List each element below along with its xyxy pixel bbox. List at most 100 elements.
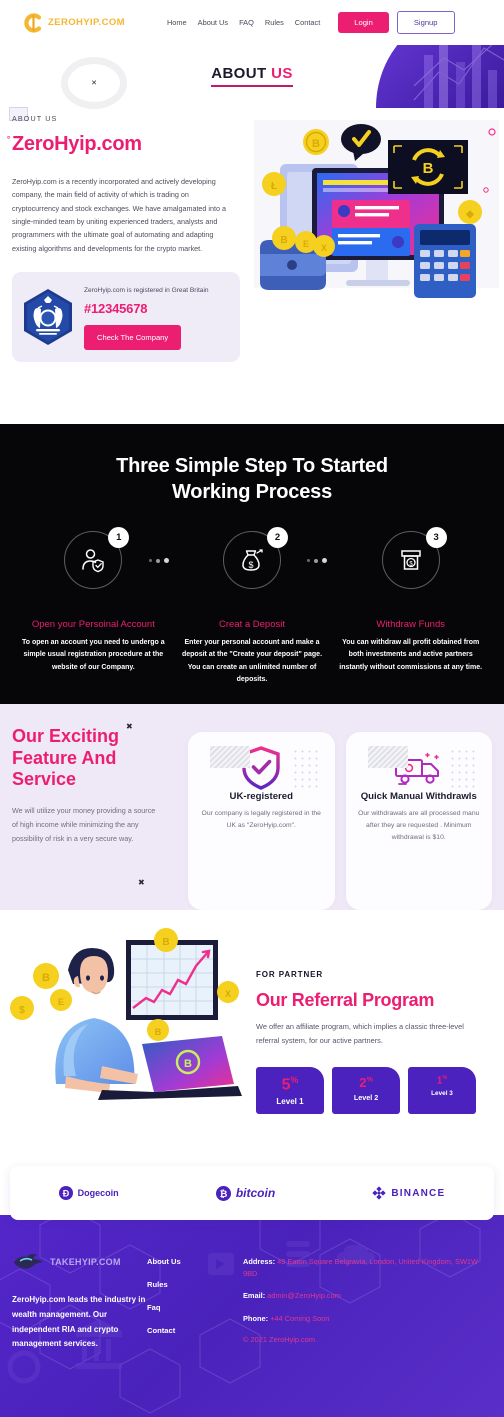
footer-address: Address: 49 Eaton Square Belgravia, Lond… [243, 1256, 492, 1280]
referral-level-1-percent: 5% [281, 1075, 299, 1094]
payment-methods-card: Ð Dogecoin ₿ bitcoin BINANCE [10, 1166, 494, 1220]
step-connector-dots-3 [307, 558, 328, 564]
footer-email-label: Email: [243, 1291, 266, 1301]
main-navigation: Home About Us FAQ Rules Contact [167, 18, 320, 27]
about-section: ABOUT US ZeroHyip.com ZeroHyip.com is a … [0, 107, 504, 408]
svg-text:Ð: Ð [62, 1188, 69, 1198]
payment-bitcoin[interactable]: ₿ bitcoin [215, 1185, 275, 1201]
user-shield-icon [82, 549, 105, 573]
feature-card-text-2: Our withdrawals are all processed manu a… [358, 810, 480, 841]
svg-text:Ł: Ł [271, 181, 277, 192]
page-title-accent: US [271, 65, 293, 82]
step-circle-1: 1 [64, 527, 130, 590]
footer-address-label: Address: [243, 1257, 276, 1266]
feature-card-title-1: UK-registered [229, 791, 293, 802]
footer-description: ZeroHyip.com leads the industry in wealt… [12, 1295, 146, 1349]
footer-link-rules[interactable]: Rules [147, 1280, 243, 1289]
step-connector-dots-2 [148, 558, 169, 564]
registration-number: #12345678 [84, 301, 148, 317]
atm-withdraw-icon: $ [400, 550, 421, 570]
payment-dogecoin[interactable]: Ð Dogecoin [58, 1186, 119, 1200]
registration-card: ZeroHyip.com is registered in Great Brit… [12, 271, 240, 363]
svg-text:◆: ◆ [465, 209, 474, 220]
footer-logo[interactable]: TAKEHYIP.COM [12, 1253, 147, 1271]
hatch-decoration [367, 746, 408, 768]
referral-level-3: 1% Level 3 [408, 1067, 476, 1115]
dot-grid-decoration [291, 748, 322, 792]
step-item-1: 1 Open your Persoinal Account To open an… [14, 527, 173, 686]
svg-text:B: B [280, 235, 287, 246]
footer-phone-label: Phone: [243, 1313, 269, 1323]
footer-email-value[interactable]: admin@ZeroHyip.com [267, 1291, 341, 1300]
man-laptop-chart-illustration: B $ E B B X B [6, 926, 250, 1160]
footer-phone-value: +44 Coming Soon [270, 1313, 330, 1323]
svg-text:B: B [312, 138, 320, 150]
step-text-1: To open an account you need to undergo a… [22, 639, 165, 671]
payment-binance[interactable]: BINANCE [372, 1186, 445, 1200]
step-circle-2: $ 2 [223, 527, 288, 590]
dogecoin-icon: Ð [58, 1186, 73, 1200]
bitcoin-icon: ₿ [215, 1185, 231, 1201]
referral-paragraph: We offer an affiliate program, which imp… [256, 1022, 464, 1046]
nav-item-home[interactable]: Home [167, 18, 187, 27]
footer-address-value: 49 Eaton Square Belgravia, London, Unite… [243, 1257, 479, 1279]
feature-card-uk-registered[interactable]: UK-registered Our company is legally reg… [188, 732, 335, 910]
referral-level-2-label: Level 2 [353, 1093, 379, 1103]
footer-content: TAKEHYIP.COM ZeroHyip.com leads the indu… [0, 1215, 504, 1352]
site-footer: TAKEHYIP.COM ZeroHyip.com leads the indu… [0, 1215, 504, 1417]
svg-text:$: $ [248, 560, 253, 570]
nav-item-contact[interactable]: Contact [295, 18, 320, 27]
footer-link-contact[interactable]: Contact [147, 1326, 243, 1335]
footer-link-about-us[interactable]: About Us [147, 1257, 243, 1266]
nav-item-about-us[interactable]: About Us [198, 18, 228, 27]
step-title-3: Withdraw Funds [376, 619, 445, 631]
svg-text:$: $ [19, 1005, 25, 1016]
about-eyebrow: ABOUT US [8, 107, 58, 123]
step-text-2: Enter your personal account and make a d… [181, 639, 323, 683]
step-text-3: You can withdraw all profit obtained fro… [339, 639, 483, 671]
login-button[interactable]: Login [338, 12, 389, 33]
binance-icon [372, 1186, 387, 1200]
hatch-decoration [210, 746, 250, 768]
steps-row: 1 Open your Persoinal Account To open an… [0, 527, 504, 686]
decoration-x-2: ✖ [138, 878, 145, 887]
features-text-column: ✖ Our Exciting Feature And Service We wi… [10, 717, 178, 910]
nav-item-rules[interactable]: Rules [265, 18, 284, 27]
check-the-company-button[interactable]: Check The Company [84, 325, 182, 351]
steps-heading-line1: Three Simple Step To Started [116, 455, 388, 477]
signup-button[interactable]: Signup [396, 11, 455, 34]
svg-text:B: B [162, 937, 169, 948]
step-title-2: Creat a Deposit [219, 619, 286, 631]
footer-copyright: © 2021 ZeroHyip.com [243, 1334, 315, 1344]
footer-links-column: About Us Rules Faq Contact [147, 1253, 243, 1352]
feature-card-text-1: Our company is legally registered in the… [201, 810, 321, 829]
registration-text: ZeroHyip.com is registered in Great Brit… [84, 286, 209, 294]
step-circle-3: $ 3 [381, 527, 447, 590]
referral-levels: 5% Level 1 2% Level 2 1% Level 3 [256, 1067, 492, 1115]
step-badge-2: 2 [267, 527, 288, 549]
footer-link-faq[interactable]: Faq [147, 1303, 243, 1312]
steps-heading-line2: Working Process [171, 480, 333, 503]
referral-eyebrow: FOR PARTNER [252, 962, 324, 979]
referral-level-1-label: Level 1 [276, 1097, 304, 1107]
footer-email: Email: admin@ZeroHyip.com [243, 1290, 492, 1302]
nav-item-faq[interactable]: FAQ [239, 18, 254, 27]
feature-card-quick-withdrawals[interactable]: Quick Manual Withdrawls Our withdrawals … [345, 732, 492, 910]
feature-cards: UK-registered Our company is legally reg… [188, 726, 492, 910]
footer-phone: Phone: +44 Coming Soon [243, 1313, 492, 1325]
svg-text:E: E [303, 239, 309, 249]
referral-heading: Our Referral Program [256, 990, 435, 1010]
page-title-bold: ABOUT [211, 65, 267, 82]
referral-level-2: 2% Level 2 [332, 1067, 400, 1115]
site-logo[interactable]: ZEROHYIP.COM [22, 12, 125, 34]
bird-logo-icon [14, 1253, 43, 1269]
payment-binance-label: BINANCE [391, 1187, 446, 1199]
page-title: ABOUT US [0, 65, 504, 87]
about-page: ZEROHYIP.COM Home About Us FAQ Rules Con… [0, 0, 504, 1417]
referral-level-3-percent: 1% [436, 1075, 448, 1087]
about-paragraph: ZeroHyip.com is a recently incorporated … [12, 177, 227, 253]
svg-text:B: B [42, 972, 50, 984]
steps-heading: Three Simple Step To Started Working Pro… [0, 454, 504, 505]
step-badge-3: 3 [425, 527, 447, 549]
step-item-2: $ 2 Creat a Deposit Enter your personal … [148, 527, 332, 686]
